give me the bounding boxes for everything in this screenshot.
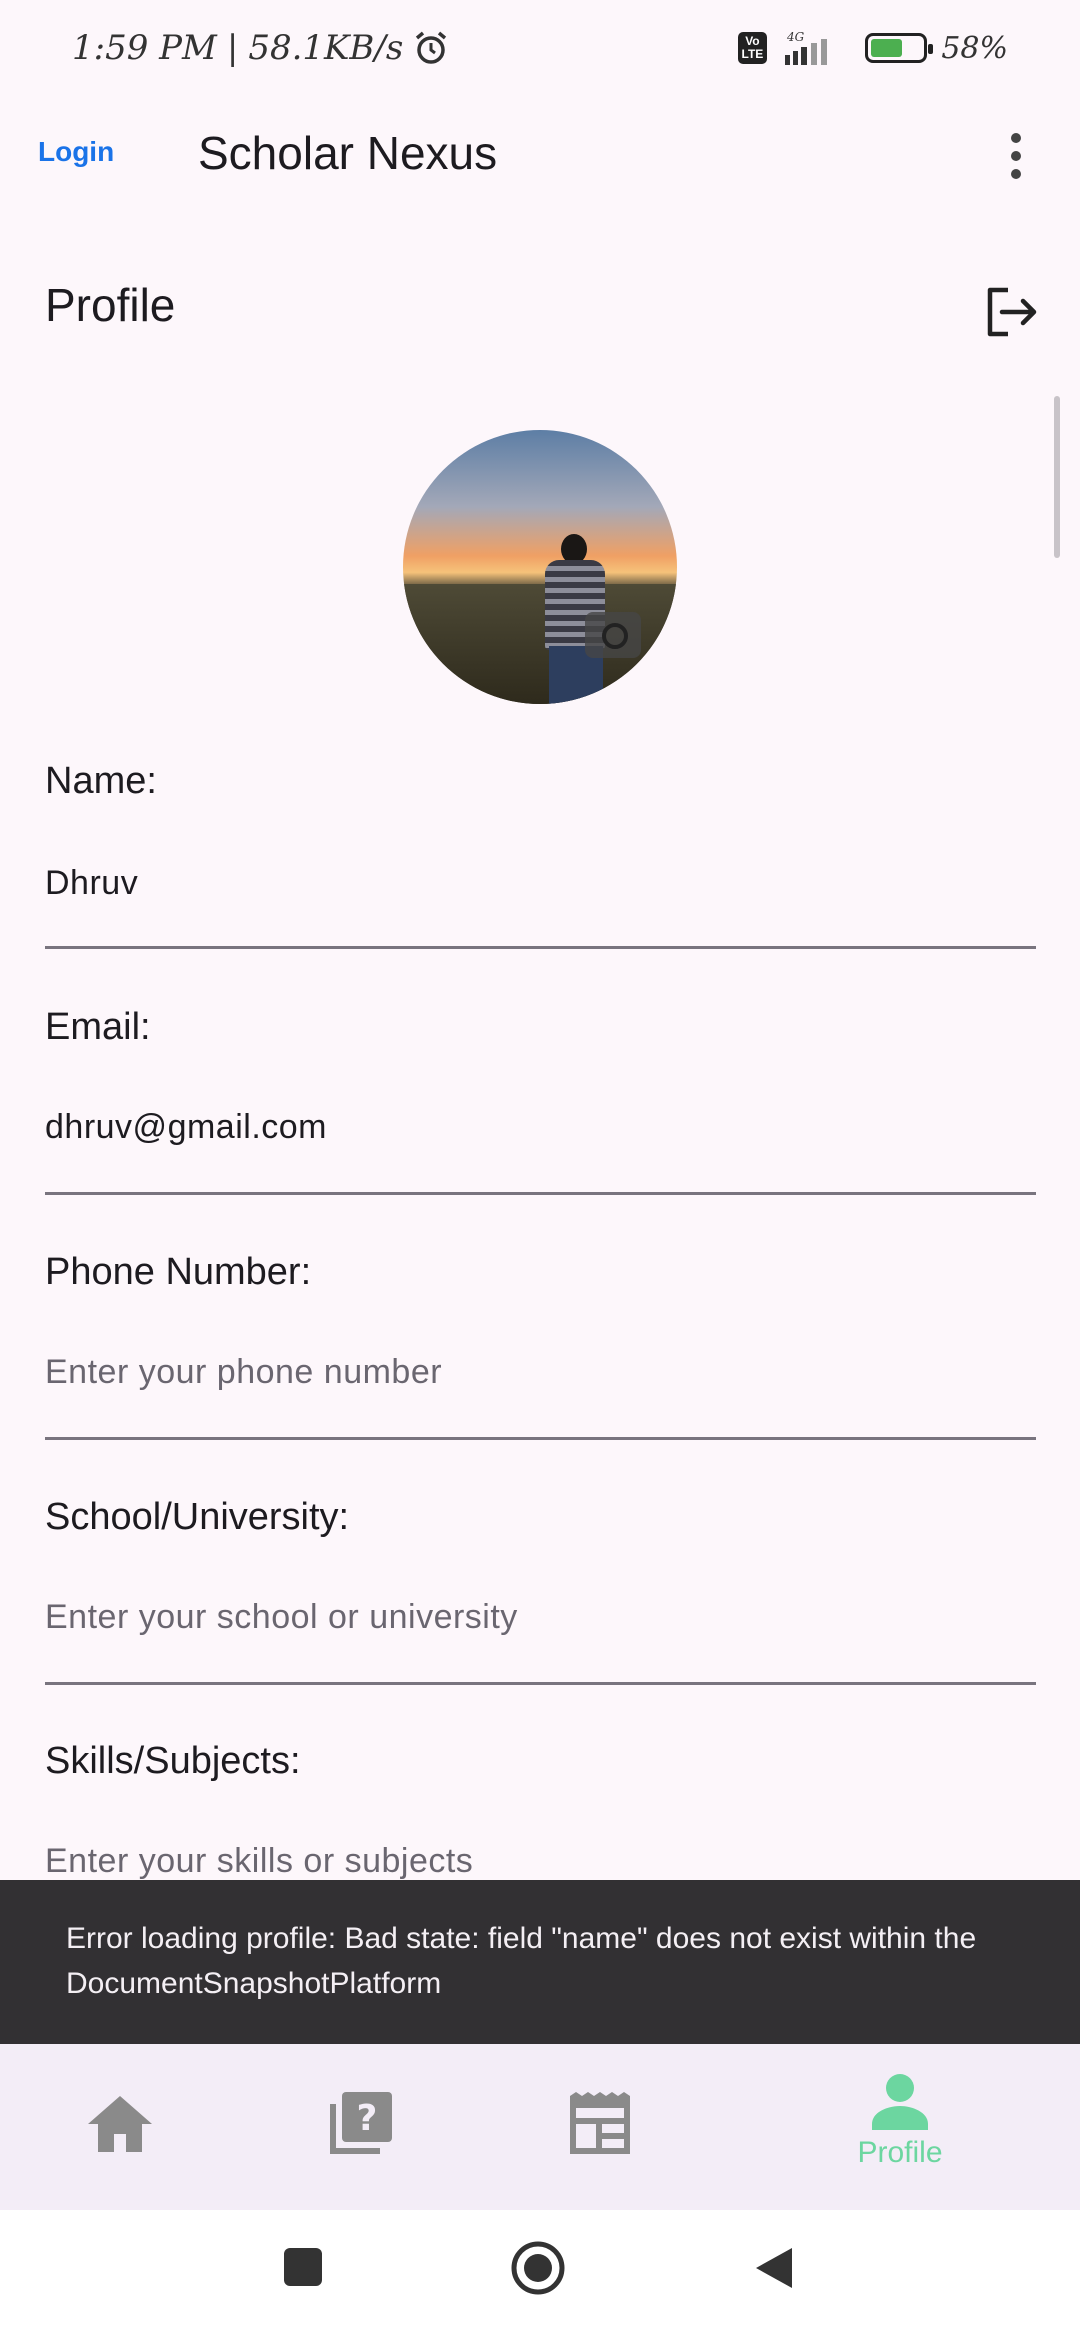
system-navigation-bar: [0, 2210, 1080, 2340]
signal-icon: 4G: [785, 30, 828, 65]
email-label: Email:: [45, 1006, 151, 1048]
name-field: Name: Dhruv: [45, 760, 1036, 950]
person-icon: [872, 2074, 928, 2130]
battery-icon: [865, 33, 934, 63]
avatar[interactable]: [403, 430, 677, 704]
more-options-icon[interactable]: [992, 126, 1040, 186]
login-button[interactable]: Login: [38, 136, 114, 168]
profile-header: Profile: [0, 250, 1080, 370]
email-input[interactable]: dhruv@gmail.com: [45, 1108, 327, 1147]
news-icon: [570, 2092, 630, 2154]
phone-label: Phone Number:: [45, 1251, 312, 1293]
page-title: Profile: [45, 279, 176, 331]
skills-label: Skills/Subjects:: [45, 1740, 301, 1782]
school-underline: [45, 1682, 1036, 1685]
nav-item-home[interactable]: [0, 2044, 240, 2210]
error-snackbar: Error loading profile: Bad state: field …: [0, 1880, 1080, 2044]
email-underline: [45, 1192, 1036, 1195]
battery-percent: 58%: [941, 30, 1008, 66]
svg-text:4G: 4G: [786, 30, 805, 44]
nav-item-quiz[interactable]: ?: [240, 2044, 480, 2210]
skills-input[interactable]: Enter your skills or subjects: [45, 1842, 473, 1880]
recents-icon[interactable]: [282, 2246, 324, 2288]
status-divider: |: [226, 28, 239, 68]
status-right: Vo LTE 4G 58%: [737, 29, 1008, 67]
back-icon[interactable]: [752, 2246, 796, 2290]
nav-label-profile: Profile: [857, 2136, 943, 2169]
snackbar-message: Error loading profile: Bad state: field …: [66, 1922, 977, 2000]
phone-underline: [45, 1437, 1036, 1440]
bottom-navigation: ? Profile: [0, 2044, 1080, 2210]
name-input[interactable]: Dhruv: [45, 864, 138, 903]
status-left: 1:59 PM | 58.1KB/s: [72, 28, 449, 68]
school-label: School/University:: [45, 1496, 350, 1538]
app-title: Scholar Nexus: [198, 127, 498, 179]
school-input[interactable]: Enter your school or university: [45, 1598, 518, 1637]
name-underline: [45, 946, 1036, 949]
phone-input[interactable]: Enter your phone number: [45, 1353, 442, 1392]
name-label: Name:: [45, 760, 157, 802]
volte-badge: Vo LTE: [737, 32, 768, 64]
status-bar: 1:59 PM | 58.1KB/s Vo LTE 4G 58%: [0, 0, 1080, 96]
nav-item-profile[interactable]: Profile: [780, 2044, 1020, 2210]
svg-text:?: ?: [357, 2098, 378, 2139]
app-bar: Login Scholar Nexus: [0, 96, 1080, 216]
skills-field: Skills/Subjects: Enter your skills or su…: [45, 1740, 1036, 1880]
phone-field: Phone Number: Enter your phone number: [45, 1251, 1036, 1441]
scrollbar-thumb[interactable]: [1054, 396, 1060, 558]
status-time: 1:59 PM: [72, 28, 217, 68]
logout-icon[interactable]: [978, 280, 1042, 344]
school-field: School/University: Enter your school or …: [45, 1496, 1036, 1686]
email-field: Email: dhruv@gmail.com: [45, 1006, 1036, 1196]
nav-item-news[interactable]: [480, 2044, 720, 2210]
status-speed: 58.1KB/s: [248, 28, 404, 68]
alarm-icon: [416, 31, 447, 64]
home-button-icon[interactable]: [510, 2240, 566, 2296]
home-icon: [88, 2096, 152, 2152]
quiz-icon: ?: [330, 2092, 392, 2154]
camera-icon[interactable]: [585, 612, 641, 658]
